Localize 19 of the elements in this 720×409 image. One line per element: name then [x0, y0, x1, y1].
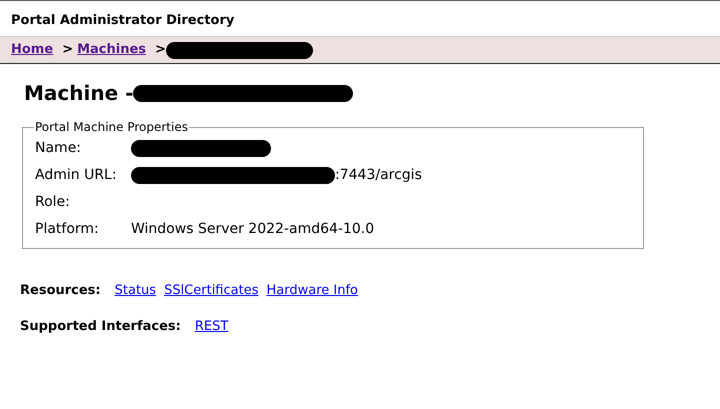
resources-label: Resources:: [20, 282, 101, 300]
panel-legend: Portal Machine Properties: [34, 118, 189, 136]
resource-link[interactable]: Status: [114, 281, 156, 300]
page-title: Portal Administrator Directory: [11, 13, 234, 28]
property-label: Admin URL:: [35, 166, 118, 184]
property-label: Role:: [35, 192, 71, 212]
property-value: Windows Server 2022-amd64-10.0: [131, 220, 374, 238]
machine-heading: Machine -: [24, 80, 134, 107]
resource-link[interactable]: Hardware Info: [266, 281, 358, 300]
resource-link[interactable]: SSlCertificates: [164, 281, 258, 300]
interfaces-label: Supported Interfaces:: [20, 318, 181, 336]
interface-link[interactable]: REST: [194, 316, 228, 336]
property-label: Platform:: [35, 220, 100, 238]
breadcrumb-link[interactable]: Home: [11, 40, 54, 60]
property-value: :7443/arcgis: [335, 166, 422, 184]
property-label: Name:: [35, 138, 82, 158]
breadcrumb-link[interactable]: Machines: [77, 40, 146, 60]
breadcrumb-separator: >: [155, 41, 166, 60]
breadcrumb-separator: >: [62, 41, 74, 60]
